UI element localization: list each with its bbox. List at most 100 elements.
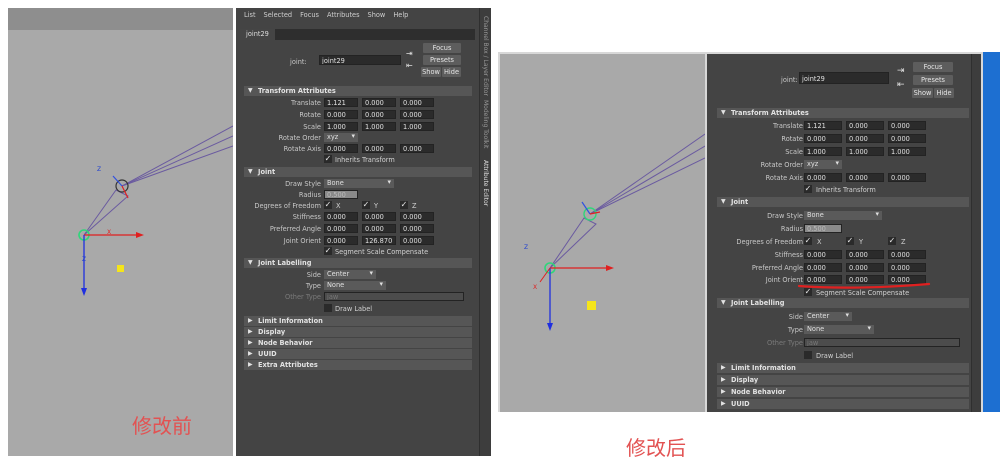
focus-button[interactable]: Focus — [423, 43, 461, 53]
x-arrow-head — [606, 265, 614, 271]
underline-stroke — [797, 282, 931, 289]
menu-help[interactable]: Help — [393, 11, 408, 19]
axis-label-x: X — [107, 229, 112, 236]
stiffness-z[interactable]: 0.000 — [400, 212, 434, 221]
type-dropdown[interactable]: None — [804, 324, 874, 334]
after-screenshot: X Z joint: joint29 ⇥ ⇤ Focus Presets Sho… — [498, 52, 1000, 412]
attribute-editor-before: List Selected Focus Attributes Show Help… — [236, 8, 479, 456]
z-arrow-head — [81, 288, 87, 296]
dof-z-checkbox[interactable]: ✓ — [400, 201, 408, 209]
section-limit-information[interactable]: Limit Information — [244, 316, 472, 326]
before-screenshot: Z X Z List Selected Focus Attributes Sho… — [8, 8, 492, 456]
section-node-behavior[interactable]: Node Behavior — [244, 338, 472, 348]
bone-line — [121, 125, 233, 187]
preferred-angle-x[interactable]: 0.000 — [324, 224, 358, 233]
preferred-angle-z[interactable]: 0.000 — [400, 224, 434, 233]
menu-list[interactable]: List — [244, 11, 256, 19]
joint-orient-x[interactable]: 0.000 — [324, 236, 358, 245]
rotate-axis-y[interactable]: 0.000 — [362, 144, 396, 153]
hide-button[interactable]: Hide — [442, 67, 461, 77]
section-display[interactable]: Display — [717, 375, 969, 385]
joint-orient-z[interactable]: 0.000 — [400, 236, 434, 245]
label-other-type: Other Type — [767, 339, 803, 347]
segment-scale-compensate-checkbox[interactable]: ✓ — [324, 247, 332, 255]
stiffness-x[interactable]: 0.000 — [324, 212, 358, 221]
label-draw-style: Draw Style — [285, 180, 321, 188]
label-rotate-order: Rotate Order — [278, 134, 321, 142]
paste-tab-icon[interactable]: ⇤ — [406, 61, 413, 70]
section-joint[interactable]: Joint — [244, 167, 472, 177]
scale-y[interactable]: 1.000 — [362, 122, 396, 131]
side-tab-attribute-editor[interactable]: Attribute Editor — [482, 160, 489, 206]
section-extra-attributes[interactable]: Extra Attributes — [244, 360, 472, 370]
joint-viewport-drawing-after — [539, 133, 705, 331]
copy-tab-icon[interactable]: ⇥ — [406, 49, 413, 58]
other-type-field[interactable]: jaw — [324, 292, 464, 301]
draw-label-text: Draw Label — [335, 305, 373, 313]
tab-joint29[interactable]: joint29 — [240, 29, 275, 40]
menu-focus[interactable]: Focus — [300, 11, 319, 19]
dof-y-label: Y — [374, 202, 379, 210]
axis-label-z: Z — [97, 166, 102, 173]
rotate-axis-x[interactable]: 0.000 — [324, 144, 358, 153]
draw-style-dropdown[interactable]: Bone — [324, 178, 394, 188]
menu-attributes[interactable]: Attributes — [327, 11, 360, 19]
label-dof: Degrees of Freedom — [254, 202, 321, 210]
side-tab-strip-before: Channel Box / Layer Editor Modeling Tool… — [479, 8, 491, 456]
side-tab-modeling-toolkit[interactable]: Modeling Toolkit — [482, 100, 489, 148]
section-node-behavior[interactable]: Node Behavior — [717, 387, 969, 397]
rotate-x[interactable]: 0.000 — [324, 110, 358, 119]
section-joint-labelling[interactable]: Joint Labelling — [717, 298, 969, 308]
draw-label-checkbox[interactable] — [324, 304, 332, 312]
ae-menubar: List Selected Focus Attributes Show Help — [236, 8, 479, 21]
joint-name-field[interactable]: joint29 — [319, 55, 401, 65]
segment-scale-compensate-checkbox[interactable]: ✓ — [804, 288, 812, 296]
segment-scale-compensate-label: Segment Scale Compensate — [335, 248, 429, 256]
locator-square[interactable] — [117, 265, 124, 272]
dof-x-checkbox[interactable]: ✓ — [324, 201, 332, 209]
section-display[interactable]: Display — [244, 327, 472, 337]
side-dropdown[interactable]: Center — [324, 269, 376, 279]
menu-show[interactable]: Show — [368, 11, 386, 19]
joint-orient-y[interactable]: 126.870 — [362, 236, 396, 245]
bone-line — [589, 157, 705, 215]
preferred-angle-y[interactable]: 0.000 — [362, 224, 396, 233]
viewport-before[interactable]: Z X Z — [8, 8, 233, 456]
show-button[interactable]: Show — [421, 67, 441, 77]
rotate-y[interactable]: 0.000 — [362, 110, 396, 119]
type-dropdown[interactable]: None — [324, 280, 386, 290]
presets-button[interactable]: Presets — [423, 55, 461, 65]
translate-z[interactable]: 0.000 — [400, 98, 434, 107]
dof-y-checkbox[interactable]: ✓ — [362, 201, 370, 209]
section-joint-labelling[interactable]: Joint Labelling — [244, 258, 472, 268]
section-uuid[interactable]: UUID — [244, 349, 472, 359]
translate-x[interactable]: 1.121 — [324, 98, 358, 107]
viewport-after[interactable]: X Z — [500, 54, 705, 412]
rotate-order-dropdown[interactable]: xyz — [324, 132, 358, 142]
joint-viewport-drawing-before — [78, 125, 233, 296]
section-uuid[interactable]: UUID — [717, 399, 969, 409]
side-dropdown[interactable]: Center — [804, 311, 852, 321]
caption-after: 修改后 — [626, 436, 686, 460]
draw-label-checkbox[interactable] — [804, 351, 812, 359]
stiffness-y[interactable]: 0.000 — [362, 212, 396, 221]
label-stiffness: Stiffness — [292, 213, 321, 221]
locator-square[interactable] — [587, 301, 596, 310]
scale-x[interactable]: 1.000 — [324, 122, 358, 131]
translate-y[interactable]: 0.000 — [362, 98, 396, 107]
scale-z[interactable]: 1.000 — [400, 122, 434, 131]
bone-line — [589, 133, 705, 215]
section-transform[interactable]: Transform Attributes — [244, 86, 472, 96]
attribute-editor-after: joint: joint29 ⇥ ⇤ Focus Presets Show Hi… — [707, 54, 971, 412]
rotate-z[interactable]: 0.000 — [400, 110, 434, 119]
other-type-field[interactable]: jaw — [804, 338, 960, 347]
section-limit-information[interactable]: Limit Information — [717, 363, 969, 373]
segment-scale-compensate-label: Segment Scale Compensate — [816, 289, 910, 297]
node-tab-bar: joint29 — [240, 29, 475, 40]
radius-field[interactable]: 0.500 — [324, 190, 358, 199]
side-tab-channel-box[interactable]: Channel Box / Layer Editor — [482, 16, 489, 96]
rotate-axis-z[interactable]: 0.000 — [400, 144, 434, 153]
inherits-transform-checkbox[interactable]: ✓ — [324, 155, 332, 163]
menu-selected[interactable]: Selected — [264, 11, 293, 19]
label-rotate-axis: Rotate Axis — [283, 145, 321, 153]
